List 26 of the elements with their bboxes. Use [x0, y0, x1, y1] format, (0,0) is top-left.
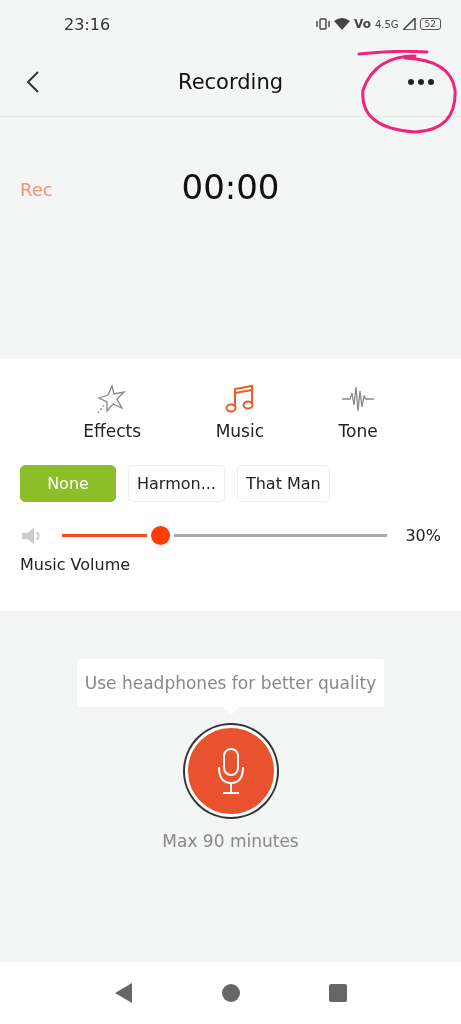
recents-nav-icon[interactable]	[327, 983, 348, 1003]
tooltip: Use headphones for better quality	[76, 659, 385, 707]
category-tab[interactable]: Tone	[332, 379, 384, 445]
signal-icon	[402, 18, 416, 30]
track-chip[interactable]: That Man	[236, 465, 330, 502]
duration-limit: Max 90 minutes	[162, 831, 299, 851]
wifi-icon	[334, 18, 350, 30]
page-title: Recording	[178, 70, 283, 94]
battery-indicator: 52	[419, 18, 441, 30]
microphone-icon	[215, 747, 246, 795]
timer-display: 00:00	[181, 167, 280, 207]
back-icon[interactable]	[26, 70, 40, 94]
clock-time: 23:16	[64, 14, 111, 34]
home-nav-icon[interactable]	[220, 983, 241, 1003]
volte-label: Vo	[354, 17, 371, 31]
category-tab[interactable]: Music	[209, 379, 270, 445]
record-button[interactable]	[184, 725, 277, 817]
vibrate-icon	[316, 18, 330, 30]
back-nav-icon[interactable]	[113, 982, 134, 1004]
track-chip[interactable]: Harmon...	[128, 465, 225, 502]
more-icon[interactable]	[407, 78, 435, 86]
volume-label: Music Volume	[20, 555, 132, 574]
volume-reading: 30%	[405, 526, 441, 545]
rec-label: Rec	[20, 179, 53, 200]
network-label: 4.5G	[374, 18, 399, 30]
category-tab[interactable]: Effects	[77, 379, 148, 445]
